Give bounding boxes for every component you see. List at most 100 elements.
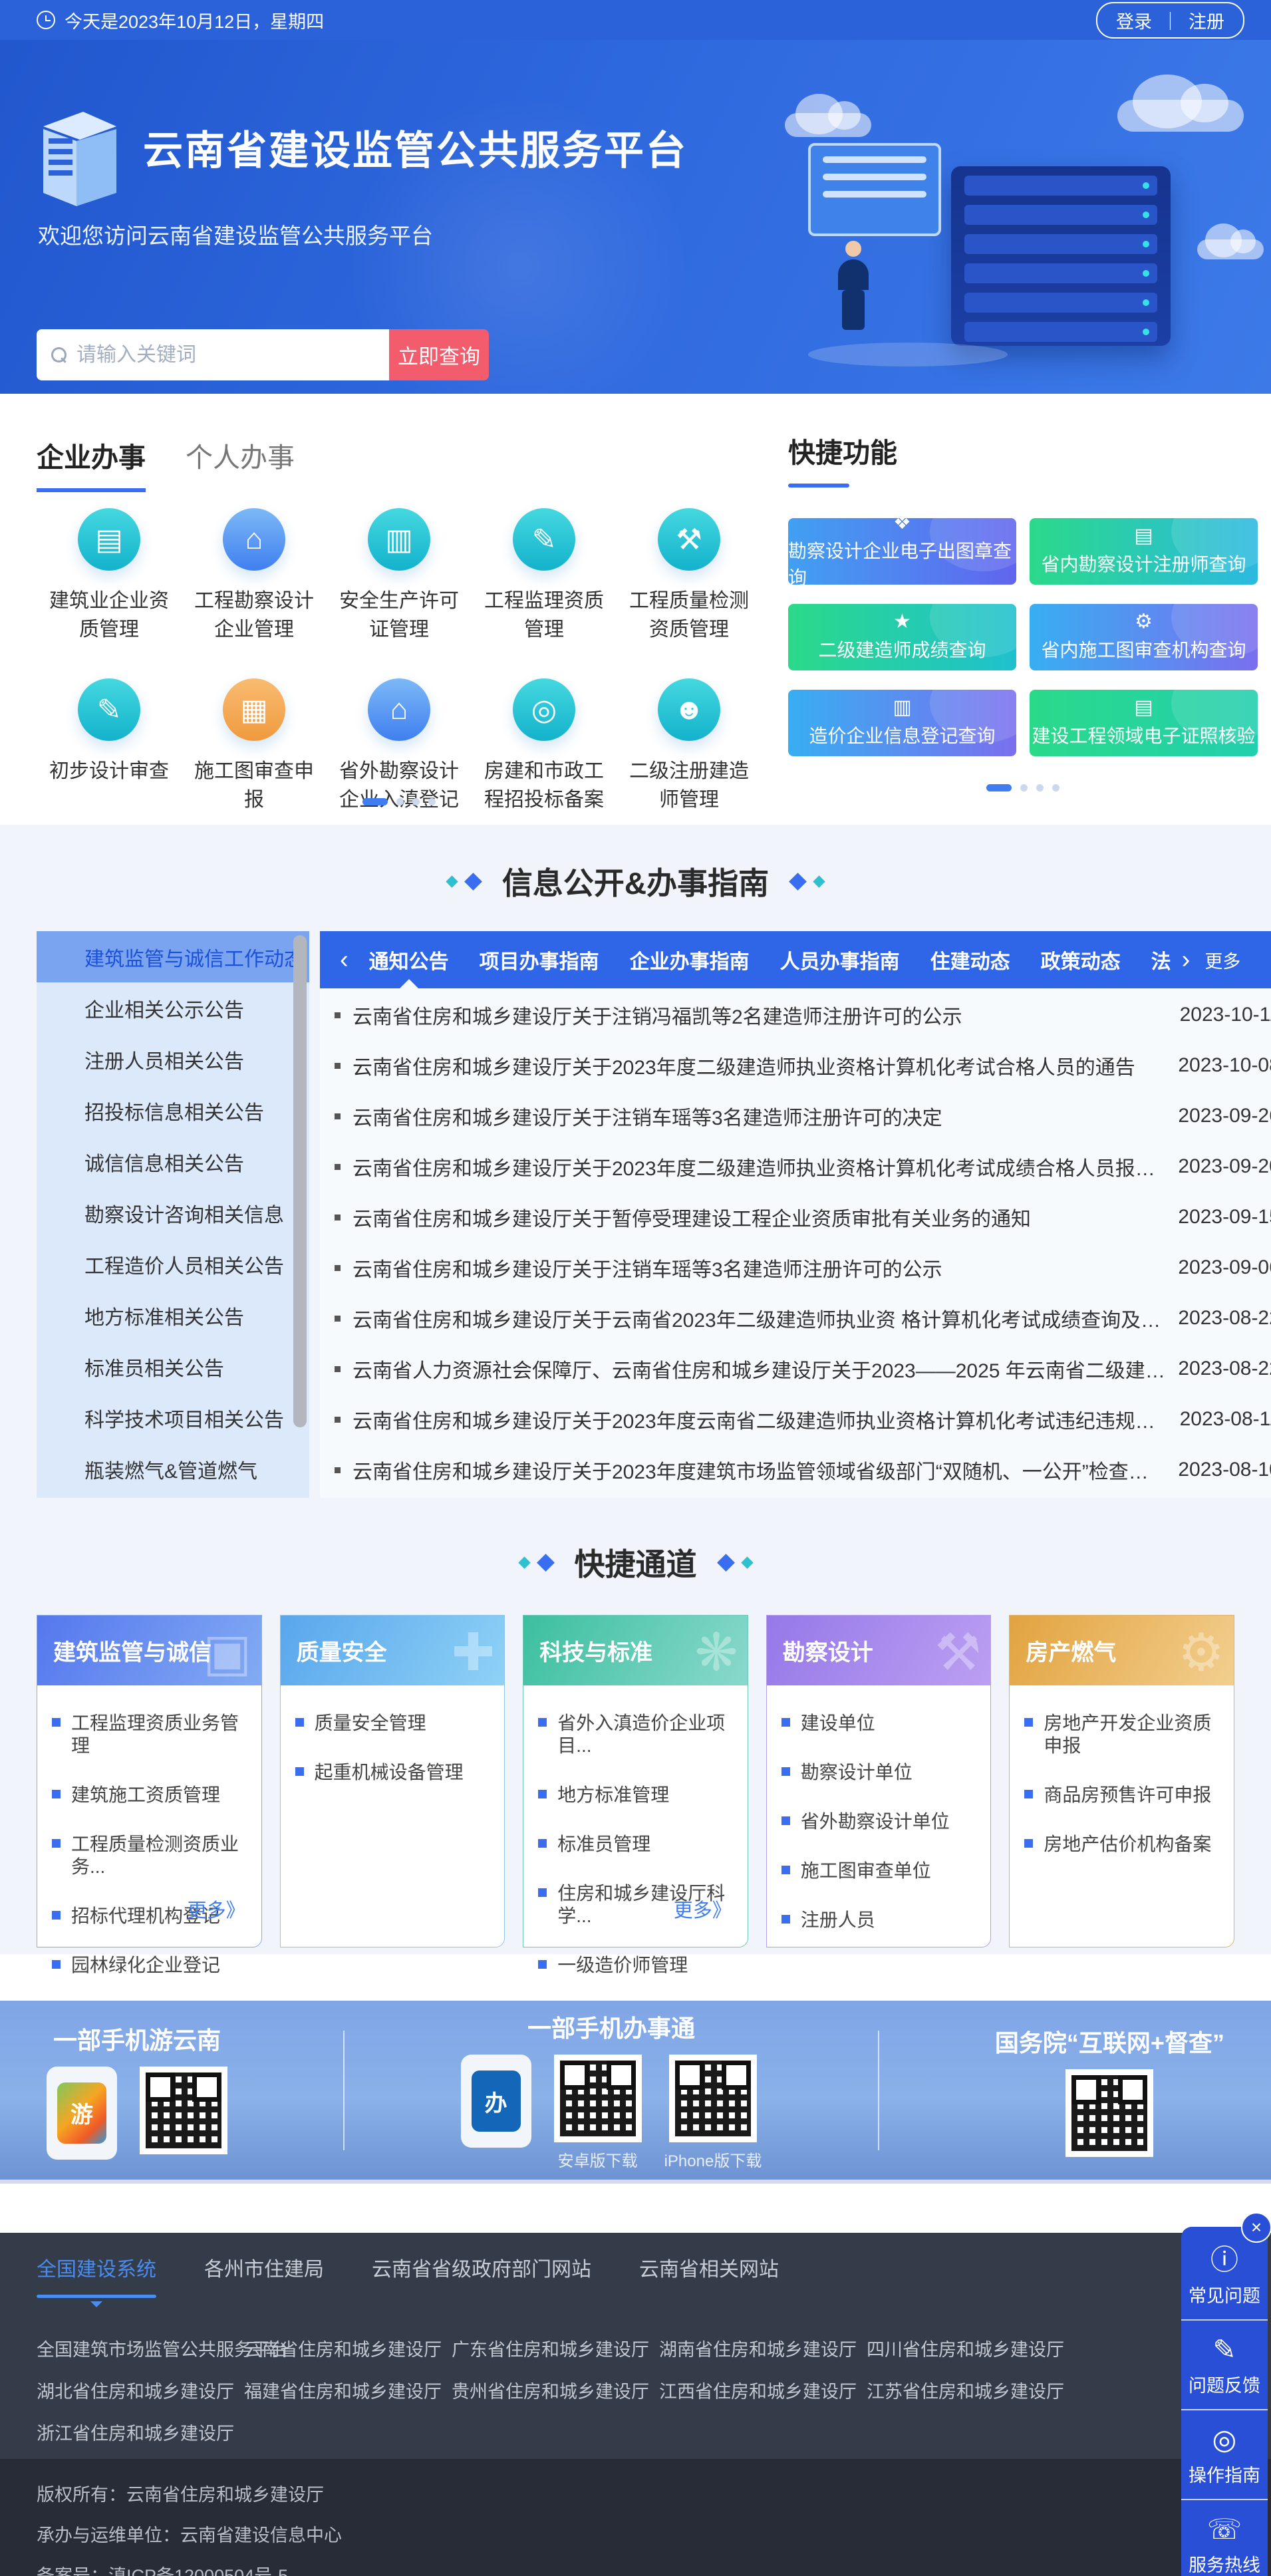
card-more-link[interactable]: 更多》 bbox=[674, 1895, 732, 1923]
services-tab-1[interactable]: 个人办事 bbox=[186, 435, 295, 492]
float-item-compass[interactable]: ◎操作指南 bbox=[1181, 2409, 1268, 2499]
news-item-title[interactable]: 云南省住房和城乡建设厅关于云南省2023年二级建造师执业资 格计算机化考试成绩查… bbox=[353, 1304, 1166, 1333]
float-item-info-circle[interactable]: ⓘ常见问题 bbox=[1181, 2231, 1268, 2319]
channel-card-header[interactable]: 勘察设计⚒ bbox=[767, 1616, 991, 1685]
channel-card-item[interactable]: 标准员管理 bbox=[538, 1833, 733, 1856]
news-tab[interactable]: 法 bbox=[1151, 931, 1174, 988]
quick-function-button[interactable]: ❖勘察设计企业电子出图章查询 bbox=[788, 518, 1016, 585]
footer-link[interactable]: 四川省住房和城乡建设厅 bbox=[867, 2335, 1074, 2361]
news-tab[interactable]: 项目办事指南 bbox=[480, 931, 599, 988]
channel-card-item[interactable]: 园林绿化企业登记 bbox=[52, 1954, 247, 1977]
channel-card-header[interactable]: 科技与标准❋ bbox=[523, 1616, 748, 1685]
channel-card-item[interactable]: 商品房预售许可申报 bbox=[1024, 1784, 1219, 1806]
service-item[interactable]: ✎初步设计审查 bbox=[37, 678, 182, 814]
search-input[interactable] bbox=[76, 344, 374, 366]
service-item[interactable]: ☻二级注册建造师管理 bbox=[617, 678, 762, 814]
footer-link[interactable]: 贵州省住房和城乡建设厅 bbox=[452, 2377, 659, 2403]
quick-function-button[interactable]: ▤省内勘察设计注册师查询 bbox=[1030, 518, 1258, 585]
news-tab[interactable]: 企业办事指南 bbox=[630, 931, 750, 988]
news-item-title[interactable]: 云南省住房和城乡建设厅关于注销冯福凯等2名建造师注册许可的公示 bbox=[353, 1000, 1168, 1030]
sidebar-item[interactable]: 诚信信息相关公告 bbox=[37, 1136, 309, 1187]
login-register-button[interactable]: 登录 ｜ 注册 bbox=[1096, 2, 1244, 39]
news-item[interactable]: 云南省住房和城乡建设厅关于云南省2023年二级建造师执业资 格计算机化考试成绩查… bbox=[335, 1293, 1271, 1344]
news-item[interactable]: 云南省住房和城乡建设厅关于2023年度建筑市场监管领域省级部门“双随机、一公开”… bbox=[335, 1445, 1271, 1495]
footer-link[interactable]: 湖南省住房和城乡建设厅 bbox=[659, 2335, 867, 2361]
quick-function-button[interactable]: ★二级建造师成绩查询 bbox=[788, 604, 1016, 670]
news-item-title[interactable]: 云南省住房和城乡建设厅关于注销车瑶等3名建造师注册许可的公示 bbox=[353, 1253, 1166, 1282]
service-item[interactable]: ⚒工程质量检测资质管理 bbox=[617, 508, 762, 644]
channel-card-item[interactable]: 省外勘察设计单位 bbox=[781, 1810, 976, 1833]
news-item[interactable]: 云南省住房和城乡建设厅关于注销冯福凯等2名建造师注册许可的公示2023-10-1… bbox=[335, 990, 1271, 1040]
quick-function-button[interactable]: ▤建设工程领域电子证照核验 bbox=[1030, 690, 1258, 756]
channel-card-item[interactable]: 房地产估价机构备案 bbox=[1024, 1833, 1219, 1856]
quick-function-button[interactable]: ▥造价企业信息登记查询 bbox=[788, 690, 1016, 756]
sidebar-item[interactable]: 地方标准相关公告 bbox=[37, 1290, 309, 1341]
channel-card-header[interactable]: 质量安全✚ bbox=[281, 1616, 505, 1685]
sidebar-item[interactable]: 勘察设计咨询相关信息 bbox=[37, 1187, 309, 1238]
service-item[interactable]: ⌂省外勘察设计企业入滇登记 bbox=[327, 678, 472, 814]
sidebar-item[interactable]: 企业相关公示公告 bbox=[37, 982, 309, 1034]
chevron-right-icon[interactable]: › bbox=[1177, 946, 1196, 974]
channel-card-item[interactable]: 房地产开发企业资质申报 bbox=[1024, 1712, 1219, 1757]
service-item[interactable]: ▤建筑业企业资质管理 bbox=[37, 508, 182, 644]
close-icon[interactable]: × bbox=[1241, 2212, 1271, 2243]
footer-link[interactable]: 浙江省住房和城乡建设厅 bbox=[37, 2419, 244, 2445]
sidebar-item[interactable]: 工程造价人员相关公告 bbox=[37, 1238, 309, 1290]
card-more-link[interactable]: 更多》 bbox=[188, 1895, 245, 1923]
channel-card-item[interactable]: 一级造价师管理 bbox=[538, 1954, 733, 1977]
news-item[interactable]: 云南省人力资源社会保障厅、云南省住房和城乡建设厅关于2023——2025 年云南… bbox=[335, 1344, 1271, 1394]
footer-tab[interactable]: 各州市住建局 bbox=[204, 2253, 324, 2298]
channel-card-item[interactable]: 勘察设计单位 bbox=[781, 1761, 976, 1784]
sidebar-scrollbar[interactable] bbox=[293, 935, 307, 1427]
quick-function-button[interactable]: ⚙省内施工图审查机构查询 bbox=[1030, 604, 1258, 670]
sidebar-item[interactable]: 注册人员相关公告 bbox=[37, 1034, 309, 1085]
news-tab[interactable]: 住建动态 bbox=[930, 931, 1010, 988]
services-tab-0[interactable]: 企业办事 bbox=[37, 435, 146, 492]
footer-link[interactable]: 云南省住房和城乡建设厅 bbox=[244, 2335, 452, 2361]
news-item[interactable]: 云南省住房和城乡建设厅关于2023年度二级建造师执业资格计算机化考试成绩合格人员… bbox=[335, 1141, 1271, 1192]
sidebar-item[interactable]: 招投标信息相关公告 bbox=[37, 1085, 309, 1136]
channel-card-item[interactable]: 省外入滇造价企业项目... bbox=[538, 1712, 733, 1757]
news-tab[interactable]: 政策动态 bbox=[1041, 931, 1121, 988]
channel-card-item[interactable]: 工程质量检测资质业务... bbox=[52, 1833, 247, 1878]
news-tab[interactable]: 人员办事指南 bbox=[780, 931, 900, 988]
chevron-left-icon[interactable]: ‹ bbox=[335, 946, 354, 974]
news-item-title[interactable]: 云南省住房和城乡建设厅关于2023年度二级建造师执业资格计算机化考试成绩合格人员… bbox=[353, 1152, 1166, 1181]
service-item[interactable]: ⌂工程勘察设计企业管理 bbox=[182, 508, 327, 644]
channel-card-item[interactable]: 地方标准管理 bbox=[538, 1784, 733, 1806]
channel-card-header[interactable]: 建筑监管与诚信▣ bbox=[37, 1616, 261, 1685]
news-item[interactable]: 云南省住房和城乡建设厅关于2023年度二级建造师执业资格计算机化考试合格人员的通… bbox=[335, 1040, 1271, 1091]
service-item[interactable]: ▥安全生产许可证管理 bbox=[327, 508, 472, 644]
channel-card-item[interactable]: 施工图审查单位 bbox=[781, 1860, 976, 1882]
footer-link[interactable]: 湖北省住房和城乡建设厅 bbox=[37, 2377, 244, 2403]
news-item-title[interactable]: 云南省住房和城乡建设厅关于2023年度云南省二级建造师执业资格计算机化考试违纪违… bbox=[353, 1405, 1168, 1434]
service-item[interactable]: ◎房建和市政工程招投标备案 bbox=[472, 678, 617, 814]
channel-card-header[interactable]: 房产燃气⚙ bbox=[1010, 1616, 1234, 1685]
channel-card-item[interactable]: 起重机械设备管理 bbox=[295, 1761, 490, 1784]
service-item[interactable]: ▦施工图审查申报 bbox=[182, 678, 327, 814]
news-item[interactable]: 云南省住房和城乡建设厅关于注销车瑶等3名建造师注册许可的公示2023-09-06 bbox=[335, 1242, 1271, 1293]
news-item-title[interactable]: 云南省人力资源社会保障厅、云南省住房和城乡建设厅关于2023——2025 年云南… bbox=[353, 1354, 1166, 1383]
news-item[interactable]: 云南省住房和城乡建设厅关于暂停受理建设工程企业资质审批有关业务的通知2023-0… bbox=[335, 1192, 1271, 1242]
footer-link[interactable]: 江西省住房和城乡建设厅 bbox=[659, 2377, 867, 2403]
sidebar-item[interactable]: 标准员相关公告 bbox=[37, 1341, 309, 1392]
footer-tab[interactable]: 云南省省级政府部门网站 bbox=[372, 2253, 591, 2298]
news-tab[interactable]: 通知公告 bbox=[369, 931, 449, 988]
footer-tab[interactable]: 全国建设系统 bbox=[37, 2253, 156, 2298]
footer-link[interactable]: 全国建筑市场监管公共服务平台 bbox=[37, 2335, 244, 2361]
channel-card-item[interactable]: 工程监理资质业务管理 bbox=[52, 1712, 247, 1757]
news-item-title[interactable]: 云南省住房和城乡建设厅关于2023年度建筑市场监管领域省级部门“双随机、一公开”… bbox=[353, 1455, 1166, 1485]
news-item[interactable]: 云南省住房和城乡建设厅关于2023年度云南省二级建造师执业资格计算机化考试违纪违… bbox=[335, 1394, 1271, 1445]
float-item-phone[interactable]: ☏服务热线 bbox=[1181, 2499, 1268, 2576]
sidebar-item[interactable]: 房产交易相关信息 bbox=[37, 1495, 309, 1498]
login-link[interactable]: 登录 bbox=[1116, 7, 1152, 33]
float-item-edit[interactable]: ✎问题反馈 bbox=[1181, 2319, 1268, 2409]
footer-link[interactable]: 福建省住房和城乡建设厅 bbox=[244, 2377, 452, 2403]
footer-link[interactable]: 广东省住房和城乡建设厅 bbox=[452, 2335, 659, 2361]
channel-card-item[interactable]: 建筑施工资质管理 bbox=[52, 1784, 247, 1806]
news-item[interactable]: 云南省住房和城乡建设厅关于注销车瑶等3名建造师注册许可的决定2023-09-26 bbox=[335, 1091, 1271, 1141]
channel-card-item[interactable]: 注册人员 bbox=[781, 1909, 976, 1932]
news-more-link[interactable]: 更多 bbox=[1204, 947, 1240, 973]
register-link[interactable]: 注册 bbox=[1189, 7, 1224, 33]
sidebar-item[interactable]: 瓶装燃气&管道燃气 bbox=[37, 1443, 309, 1495]
